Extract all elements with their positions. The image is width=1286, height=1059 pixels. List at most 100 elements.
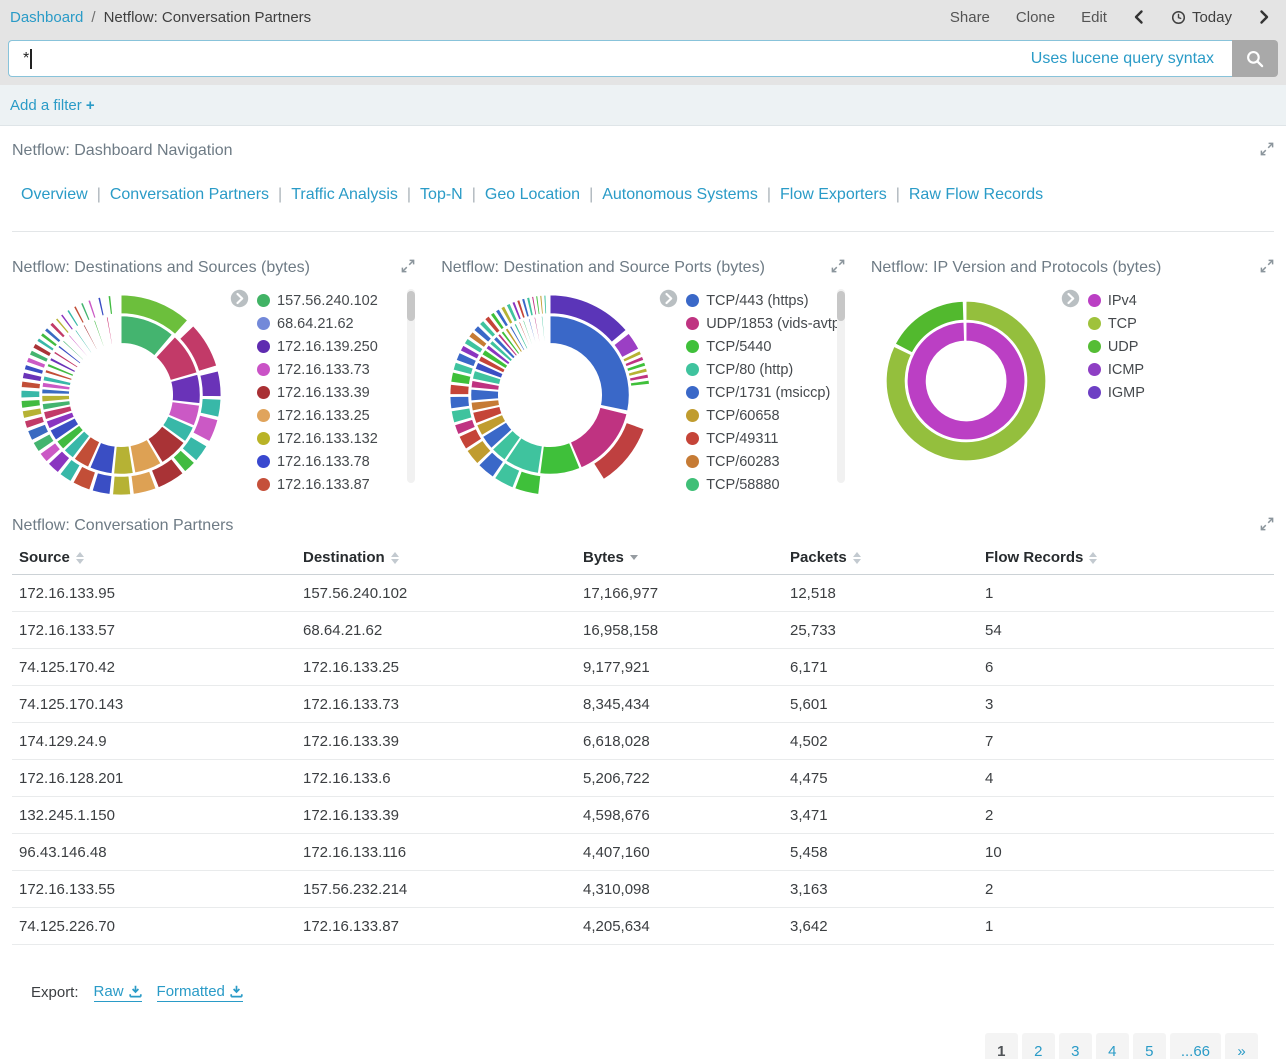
- expand-panel-button[interactable]: [1260, 517, 1274, 536]
- nav-link-raw-flow-records[interactable]: Raw Flow Records: [909, 186, 1043, 203]
- add-filter-button[interactable]: Add a filter +: [10, 97, 95, 114]
- legend-item-ipv4[interactable]: IPv4: [1088, 289, 1274, 312]
- ip-version-protocols-panel: Netflow: IP Version and Protocols (bytes…: [871, 259, 1274, 504]
- page-button-3[interactable]: 3: [1059, 1033, 1092, 1059]
- legend-item-172-16-133-78[interactable]: 172.16.133.78: [257, 450, 415, 473]
- chart-title: Netflow: Destinations and Sources (bytes…: [12, 259, 310, 277]
- chart-legend: TCP/443 (https)UDP/1853 (vids-avtp)TCP/5…: [659, 289, 845, 504]
- column-header-destination[interactable]: Destination: [303, 549, 583, 566]
- legend-color-dot: [1088, 294, 1101, 307]
- separator: |: [472, 186, 476, 203]
- top-bar: Dashboard / Netflow: Conversation Partne…: [0, 0, 1286, 34]
- legend-item-tcp[interactable]: TCP: [1088, 312, 1274, 335]
- legend-item-172-16-133-132[interactable]: 172.16.133.132: [257, 427, 415, 450]
- table-cell: 2: [985, 807, 1274, 824]
- page-button-5[interactable]: 5: [1133, 1033, 1166, 1059]
- chevron-circle-icon: [1061, 289, 1080, 308]
- expand-panel-button[interactable]: [831, 259, 845, 278]
- legend-scrollbar-thumb[interactable]: [407, 291, 415, 321]
- clone-button[interactable]: Clone: [1016, 9, 1055, 26]
- lucene-syntax-link[interactable]: Uses lucene query syntax: [1031, 50, 1214, 68]
- page-button-1[interactable]: 1: [985, 1033, 1018, 1059]
- legend-label: 172.16.139.250: [277, 339, 378, 355]
- legend-item-tcp-80-http[interactable]: TCP/80 (http): [686, 358, 845, 381]
- legend-toggle-button[interactable]: [659, 289, 678, 313]
- expand-panel-button[interactable]: [1260, 259, 1274, 278]
- expand-icon: [1260, 259, 1274, 273]
- legend-label: 68.64.21.62: [277, 316, 354, 332]
- nav-link-autonomous-systems[interactable]: Autonomous Systems: [602, 186, 758, 203]
- table-panel-title: Netflow: Conversation Partners: [12, 517, 233, 535]
- time-previous-button[interactable]: [1133, 9, 1145, 25]
- nav-link-overview[interactable]: Overview: [21, 186, 88, 203]
- download-icon: [129, 985, 142, 998]
- nav-link-top-n[interactable]: Top-N: [420, 186, 463, 203]
- column-label: Flow Records: [985, 549, 1083, 566]
- legend-color-dot: [686, 363, 699, 376]
- legend-item-tcp-49311[interactable]: TCP/49311: [686, 427, 845, 450]
- table-cell: 74.125.170.143: [19, 696, 303, 713]
- legend-label: IGMP: [1108, 385, 1145, 401]
- time-picker-button[interactable]: Today: [1171, 9, 1232, 26]
- legend-item-172-16-139-250[interactable]: 172.16.139.250: [257, 335, 415, 358]
- nav-link-traffic-analysis[interactable]: Traffic Analysis: [291, 186, 398, 203]
- legend-item-172-16-133-39[interactable]: 172.16.133.39: [257, 381, 415, 404]
- legend-item-172-16-133-25[interactable]: 172.16.133.25: [257, 404, 415, 427]
- legend-label: IPv4: [1108, 293, 1137, 309]
- legend-item-igmp[interactable]: IGMP: [1088, 381, 1274, 404]
- edit-button[interactable]: Edit: [1081, 9, 1107, 26]
- chevron-circle-icon: [659, 289, 678, 308]
- legend-item-tcp-58880[interactable]: TCP/58880: [686, 473, 845, 496]
- legend-item-tcp-443-https[interactable]: TCP/443 (https): [686, 289, 845, 312]
- sunburst-chart[interactable]: [441, 286, 659, 504]
- nav-link-conversation-partners[interactable]: Conversation Partners: [110, 186, 269, 203]
- legend-item-tcp-5440[interactable]: TCP/5440: [686, 335, 845, 358]
- legend-toggle-button[interactable]: [230, 289, 249, 313]
- time-next-button[interactable]: [1258, 9, 1270, 25]
- sort-desc-arrow: [630, 555, 638, 560]
- legend-label: 172.16.133.87: [277, 477, 370, 493]
- legend-scrollbar-thumb[interactable]: [837, 291, 845, 321]
- breadcrumb-dashboard-link[interactable]: Dashboard: [10, 9, 83, 26]
- nav-link-geo-location[interactable]: Geo Location: [485, 186, 580, 203]
- column-header-bytes[interactable]: Bytes: [583, 549, 790, 566]
- sunburst-chart[interactable]: [12, 286, 230, 504]
- legend-item-172-16-133-87[interactable]: 172.16.133.87: [257, 473, 415, 496]
- export-formatted-link[interactable]: Formatted: [157, 983, 243, 1002]
- legend-item-tcp-60658[interactable]: TCP/60658: [686, 404, 845, 427]
- separator: |: [407, 186, 411, 203]
- legend-label: 172.16.133.132: [277, 431, 378, 447]
- page-button-66[interactable]: ...66: [1170, 1033, 1221, 1059]
- page-button-4[interactable]: 4: [1096, 1033, 1129, 1059]
- text-cursor: [30, 49, 32, 69]
- table-cell: 157.56.232.214: [303, 881, 583, 898]
- page-button-[interactable]: »: [1225, 1033, 1258, 1059]
- query-value: *: [23, 50, 29, 68]
- conversation-partners-panel: Netflow: Conversation Partners SourceDes…: [0, 504, 1286, 1059]
- search-button[interactable]: [1232, 40, 1278, 77]
- search-input[interactable]: * Uses lucene query syntax: [8, 40, 1232, 77]
- separator: |: [97, 186, 101, 203]
- export-raw-link[interactable]: Raw: [94, 983, 142, 1002]
- sunburst-chart[interactable]: [871, 286, 1061, 476]
- legend-item-udp[interactable]: UDP: [1088, 335, 1274, 358]
- nav-link-flow-exporters[interactable]: Flow Exporters: [780, 186, 887, 203]
- legend-toggle-button[interactable]: [1061, 289, 1080, 313]
- legend-item-157-56-240-102[interactable]: 157.56.240.102: [257, 289, 415, 312]
- legend-item-68-64-21-62[interactable]: 68.64.21.62: [257, 312, 415, 335]
- expand-panel-button[interactable]: [401, 259, 415, 278]
- legend-item-tcp-1731-msiccp[interactable]: TCP/1731 (msiccp): [686, 381, 845, 404]
- page-button-2[interactable]: 2: [1022, 1033, 1055, 1059]
- column-header-source[interactable]: Source: [19, 549, 303, 566]
- table-row: 174.129.24.9172.16.133.396,618,0284,5027: [12, 723, 1274, 760]
- share-button[interactable]: Share: [950, 9, 990, 26]
- dashboard-navigation-panel: Netflow: Dashboard Navigation Overview|C…: [0, 126, 1286, 232]
- expand-panel-button[interactable]: [1260, 142, 1274, 161]
- table-cell: 74.125.226.70: [19, 918, 303, 935]
- column-header-packets[interactable]: Packets: [790, 549, 985, 566]
- legend-item-udp-1853-vids-avtp[interactable]: UDP/1853 (vids-avtp): [686, 312, 845, 335]
- legend-item-172-16-133-73[interactable]: 172.16.133.73: [257, 358, 415, 381]
- column-header-flow-records[interactable]: Flow Records: [985, 549, 1274, 566]
- legend-item-tcp-60283[interactable]: TCP/60283: [686, 450, 845, 473]
- legend-item-icmp[interactable]: ICMP: [1088, 358, 1274, 381]
